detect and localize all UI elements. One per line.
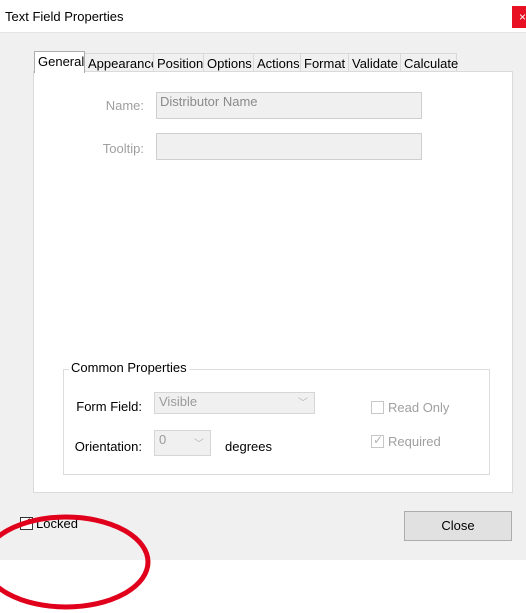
tab-position[interactable]: Position — [153, 53, 204, 73]
window-title: Text Field Properties — [5, 9, 124, 24]
degrees-label: degrees — [225, 439, 272, 454]
required-label: Required — [388, 434, 441, 449]
title-bar: Text Field Properties × — [0, 0, 526, 33]
form-field-label: Form Field: — [76, 399, 142, 414]
tab-options[interactable]: Options — [203, 53, 254, 73]
orientation-select[interactable]: 0 ﹀ — [154, 430, 211, 456]
form-field-select[interactable]: Visible ﹀ — [154, 392, 315, 414]
tab-validate[interactable]: Validate — [348, 53, 401, 73]
tab-appearance[interactable]: Appearance — [84, 53, 158, 73]
tooltip-field[interactable] — [156, 133, 422, 160]
orientation-value: 0 — [159, 432, 167, 447]
tab-calculate[interactable]: Calculate — [400, 53, 458, 73]
name-label: Name: — [105, 98, 144, 113]
checkmark-icon: ✓ — [22, 515, 33, 529]
common-properties-legend: Common Properties — [69, 360, 189, 375]
tab-actions[interactable]: Actions — [253, 53, 301, 73]
read-only-label: Read Only — [388, 400, 450, 415]
window-close-button[interactable]: × — [512, 6, 526, 28]
name-field[interactable]: Distributor Name — [156, 92, 422, 119]
dialog-body: General Appearance Position Options Acti… — [0, 33, 526, 610]
tooltip-label: Tooltip: — [102, 141, 144, 156]
close-icon: × — [518, 10, 526, 24]
locked-checkbox[interactable]: ✓ — [20, 515, 33, 530]
chevron-down-icon: ﹀ — [194, 439, 204, 450]
form-field-value: Visible — [159, 394, 198, 409]
general-tab-panel: Name: Distributor Name Tooltip: Common P… — [33, 71, 513, 493]
read-only-checkbox[interactable] — [371, 401, 384, 414]
chevron-down-icon: ﹀ — [298, 398, 308, 409]
locked-label: Locked — [36, 516, 78, 531]
orientation-label: Orientation: — [74, 439, 142, 454]
common-properties-group — [63, 369, 490, 475]
tab-format[interactable]: Format — [300, 53, 349, 73]
checkmark-icon: ✓ — [373, 433, 384, 447]
close-button[interactable]: Close — [404, 511, 512, 541]
required-checkbox[interactable]: ✓ — [371, 433, 384, 448]
tab-general[interactable]: General — [34, 51, 85, 73]
